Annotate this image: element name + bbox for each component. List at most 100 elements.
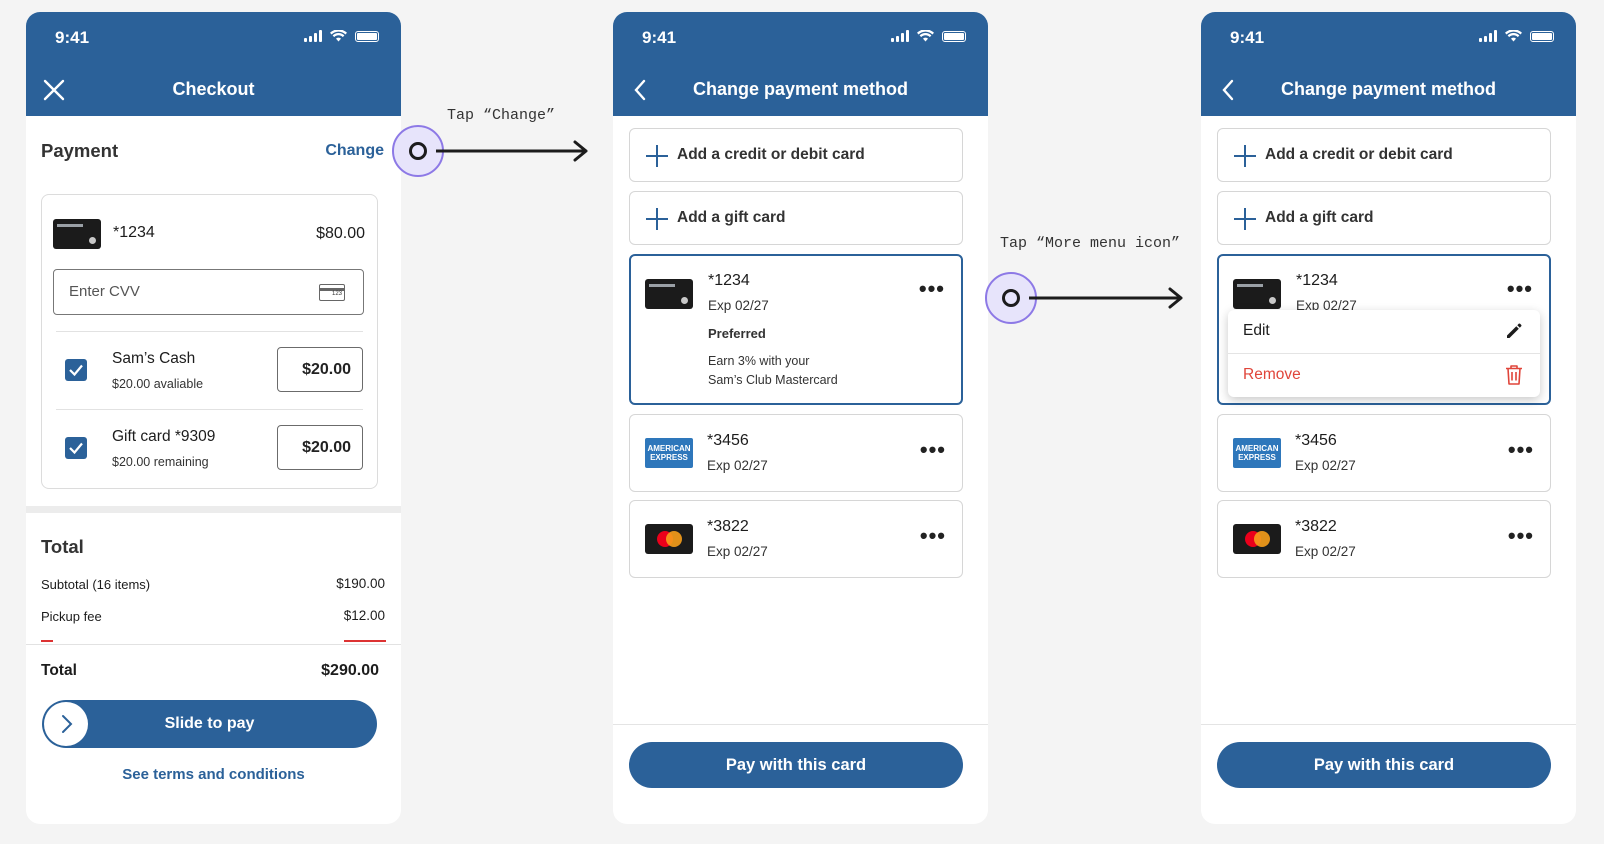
pickup-fee-label: Pickup fee xyxy=(41,609,102,624)
checkout-screen: 9:41 Checkout Payment Change *1234 $80.0… xyxy=(26,12,401,824)
footer-divider xyxy=(1201,724,1576,725)
sams-cash-amount-input[interactable]: $20.00 xyxy=(277,347,363,392)
signal-icon xyxy=(1479,30,1497,42)
payment-heading: Payment xyxy=(41,140,119,161)
card-number: *3456 xyxy=(707,432,749,449)
card-row-3822[interactable]: *3822 Exp 02/27 ••• xyxy=(1217,500,1551,578)
promo-line-2: Sam’s Club Mastercard xyxy=(708,373,838,387)
add-card-row[interactable]: Add a credit or debit card xyxy=(629,128,963,182)
card-amount: $80.00 xyxy=(316,225,365,242)
total-label: Total xyxy=(41,662,77,679)
amex-card-icon: AMERICAN EXPRESS xyxy=(645,438,693,468)
total-divider xyxy=(26,644,401,645)
battery-icon xyxy=(1530,30,1554,42)
gift-card-label: Gift card *9309 xyxy=(112,428,216,445)
plus-icon xyxy=(646,145,668,167)
more-menu-icon[interactable]: ••• xyxy=(920,439,946,461)
terms-link[interactable]: See terms and conditions xyxy=(26,766,401,783)
amex-card-icon: AMERICAN EXPRESS xyxy=(1233,438,1281,468)
remove-label: Remove xyxy=(1243,366,1301,383)
signal-icon xyxy=(891,30,909,42)
card-row-1234[interactable]: *1234 Exp 02/27 Preferred Earn 3% with y… xyxy=(629,254,963,405)
menu-item-edit[interactable]: Edit xyxy=(1228,310,1540,354)
sams-club-card-icon xyxy=(53,219,101,249)
card-number: *1234 xyxy=(113,224,155,241)
signal-icon xyxy=(304,30,322,42)
gift-card-remaining: $20.00 remaining xyxy=(112,455,209,469)
change-payment-header: Change payment method xyxy=(613,64,988,116)
cvv-field[interactable]: Enter CVV 123 xyxy=(53,269,364,315)
divider xyxy=(56,409,363,410)
pencil-icon xyxy=(1507,323,1522,338)
card-number: *3822 xyxy=(1295,518,1337,535)
wifi-icon xyxy=(1505,30,1522,42)
page-title: Change payment method xyxy=(1280,79,1497,99)
clipped-savings-line xyxy=(41,640,386,643)
step-1-annotation: Tap “Change” xyxy=(447,107,556,124)
pay-with-card-button[interactable]: Pay with this card xyxy=(1217,742,1551,788)
footer-divider xyxy=(613,724,988,725)
payment-box: *1234 $80.00 Enter CVV 123 Sam’s Cash $2… xyxy=(41,194,378,489)
status-time: 9:41 xyxy=(1230,28,1265,47)
plus-icon xyxy=(1234,208,1256,230)
cvv-placeholder: Enter CVV xyxy=(69,283,140,300)
status-icons xyxy=(304,30,379,42)
card-number: *1234 xyxy=(1296,272,1338,289)
card-expiry: Exp 02/27 xyxy=(708,298,769,313)
card-row-3456[interactable]: AMERICAN EXPRESS *3456 Exp 02/27 ••• xyxy=(1217,414,1551,492)
status-bar: 9:41 xyxy=(613,12,988,64)
edit-label: Edit xyxy=(1243,322,1270,339)
subtotal-value: $190.00 xyxy=(336,576,385,591)
add-card-row[interactable]: Add a credit or debit card xyxy=(1217,128,1551,182)
mastercard-icon xyxy=(1233,524,1281,554)
plus-icon xyxy=(1234,145,1256,167)
total-heading: Total xyxy=(41,536,84,557)
add-gift-card-row[interactable]: Add a gift card xyxy=(1217,191,1551,245)
card-expiry: Exp 02/27 xyxy=(707,458,768,473)
arrow-right-icon xyxy=(436,140,588,162)
page-title: Change payment method xyxy=(692,79,909,99)
cvv-card-icon: 123 xyxy=(319,284,345,301)
battery-icon xyxy=(355,30,379,42)
gift-card-amount-input[interactable]: $20.00 xyxy=(277,425,363,470)
add-card-label: Add a credit or debit card xyxy=(1265,146,1453,163)
plus-icon xyxy=(646,208,668,230)
status-bar: 9:41 xyxy=(26,12,401,64)
pickup-fee-value: $12.00 xyxy=(343,608,385,623)
step-2-annotation: Tap “More menu icon” xyxy=(1000,235,1181,252)
slide-to-pay[interactable]: Slide to pay xyxy=(42,700,377,748)
more-menu-icon[interactable]: ••• xyxy=(1508,525,1534,547)
battery-icon xyxy=(942,30,966,42)
change-payment-menu-screen: 9:41 Change payment method Add a credit … xyxy=(1201,12,1576,824)
add-gift-card-label: Add a gift card xyxy=(1265,209,1374,226)
page-title: Checkout xyxy=(172,79,255,99)
add-card-label: Add a credit or debit card xyxy=(677,146,865,163)
card-row-3456[interactable]: AMERICAN EXPRESS *3456 Exp 02/27 ••• xyxy=(629,414,963,492)
status-time: 9:41 xyxy=(642,28,677,47)
change-payment-header: Change payment method xyxy=(1201,64,1576,116)
gift-card-checkbox[interactable] xyxy=(65,437,87,459)
section-separator xyxy=(26,506,401,513)
more-menu-icon[interactable]: ••• xyxy=(920,525,946,547)
sams-cash-available: $20.00 avaliable xyxy=(112,377,204,391)
preferred-label: Preferred xyxy=(708,326,766,341)
add-gift-card-label: Add a gift card xyxy=(677,209,786,226)
sams-cash-checkbox[interactable] xyxy=(65,359,87,381)
menu-item-remove[interactable]: Remove xyxy=(1228,354,1540,397)
subtotal-label: Subtotal (16 items) xyxy=(41,577,151,592)
more-menu-icon[interactable]: ••• xyxy=(919,278,945,300)
card-row-3822[interactable]: *3822 Exp 02/27 ••• xyxy=(629,500,963,578)
status-bar: 9:41 xyxy=(1201,12,1576,64)
more-menu-icon[interactable]: ••• xyxy=(1507,278,1533,300)
sams-cash-label: Sam’s Cash xyxy=(112,350,196,367)
trash-icon xyxy=(1506,365,1522,385)
sams-club-card-icon xyxy=(1233,279,1281,309)
add-gift-card-row[interactable]: Add a gift card xyxy=(629,191,963,245)
divider xyxy=(56,331,363,332)
pay-with-card-button[interactable]: Pay with this card xyxy=(629,742,963,788)
card-expiry: Exp 02/27 xyxy=(1295,458,1356,473)
change-link[interactable]: Change xyxy=(325,142,384,160)
cvv-icon-text: 123 xyxy=(331,291,342,297)
promo-line-1: Earn 3% with your xyxy=(708,354,810,368)
more-menu-icon[interactable]: ••• xyxy=(1508,439,1534,461)
